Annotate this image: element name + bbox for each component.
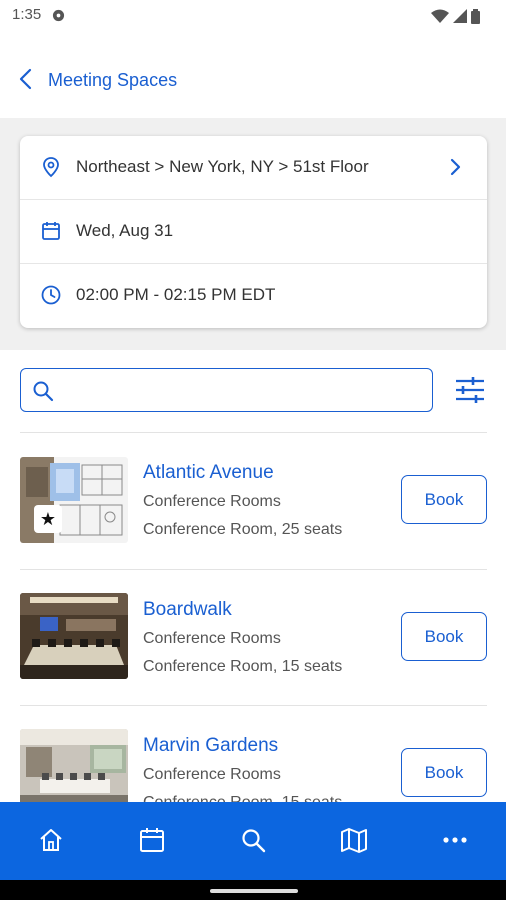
room-capacity: Conference Room, 25 seats bbox=[143, 521, 343, 538]
chevron-right-icon[interactable] bbox=[445, 156, 465, 178]
room-name[interactable]: Boardwalk bbox=[143, 599, 232, 621]
status-time: 1:35 bbox=[12, 6, 42, 23]
calendar-icon bbox=[42, 222, 60, 240]
search-icon bbox=[242, 829, 266, 853]
search-box bbox=[20, 368, 433, 412]
bottom-navigation-bar bbox=[0, 802, 506, 880]
nav-map[interactable] bbox=[334, 820, 374, 860]
date-row[interactable]: Wed, Aug 31 bbox=[20, 200, 487, 264]
room-thumbnail-floorplan: ★ bbox=[20, 457, 128, 543]
filter-sliders-icon[interactable] bbox=[452, 372, 488, 408]
room-list-item[interactable]: ★ Atlantic Avenue Conference Rooms Confe… bbox=[0, 433, 506, 569]
book-button[interactable]: Book bbox=[401, 748, 487, 797]
status-bar: 1:35 bbox=[0, 0, 506, 34]
nav-more[interactable] bbox=[435, 820, 475, 860]
page-title[interactable]: Meeting Spaces bbox=[48, 70, 177, 91]
clock-icon bbox=[41, 285, 61, 305]
notification-icon bbox=[52, 9, 65, 22]
nav-home[interactable] bbox=[31, 820, 71, 860]
search-input[interactable] bbox=[65, 377, 425, 403]
battery-icon bbox=[471, 8, 480, 24]
app-header: Meeting Spaces bbox=[0, 34, 506, 118]
favorite-star-icon[interactable]: ★ bbox=[34, 505, 62, 533]
location-row[interactable]: Northeast > New York, NY > 51st Floor bbox=[20, 136, 487, 200]
room-type: Conference Rooms bbox=[143, 493, 281, 510]
room-name[interactable]: Atlantic Avenue bbox=[143, 462, 274, 484]
nav-calendar[interactable] bbox=[132, 820, 172, 860]
room-list-item[interactable]: Boardwalk Conference Rooms Conference Ro… bbox=[0, 570, 506, 706]
map-icon bbox=[341, 828, 367, 853]
date-text: Wed, Aug 31 bbox=[76, 221, 174, 240]
time-range-text: 02:00 PM - 02:15 PM EDT bbox=[76, 285, 276, 304]
back-arrow-icon[interactable] bbox=[14, 66, 40, 92]
time-row[interactable]: 02:00 PM - 02:15 PM EDT bbox=[20, 264, 487, 328]
status-icons bbox=[431, 8, 480, 24]
location-text: Northeast > New York, NY > 51st Floor bbox=[76, 157, 369, 176]
room-name[interactable]: Marvin Gardens bbox=[143, 735, 278, 757]
home-icon bbox=[40, 829, 62, 851]
search-icon bbox=[33, 381, 54, 402]
room-thumbnail-photo bbox=[20, 593, 128, 679]
room-capacity: Conference Room, 15 seats bbox=[143, 658, 343, 675]
book-button[interactable]: Book bbox=[401, 475, 487, 524]
location-pin-icon bbox=[43, 157, 59, 178]
book-button[interactable]: Book bbox=[401, 612, 487, 661]
room-type: Conference Rooms bbox=[143, 630, 281, 647]
signal-icon bbox=[453, 9, 467, 23]
home-indicator[interactable] bbox=[210, 889, 298, 893]
more-icon bbox=[443, 837, 467, 843]
nav-search[interactable] bbox=[233, 820, 273, 860]
room-type: Conference Rooms bbox=[143, 766, 281, 783]
calendar-icon bbox=[140, 828, 164, 852]
wifi-icon bbox=[431, 9, 449, 23]
booking-details-card: Northeast > New York, NY > 51st Floor We… bbox=[20, 136, 487, 328]
